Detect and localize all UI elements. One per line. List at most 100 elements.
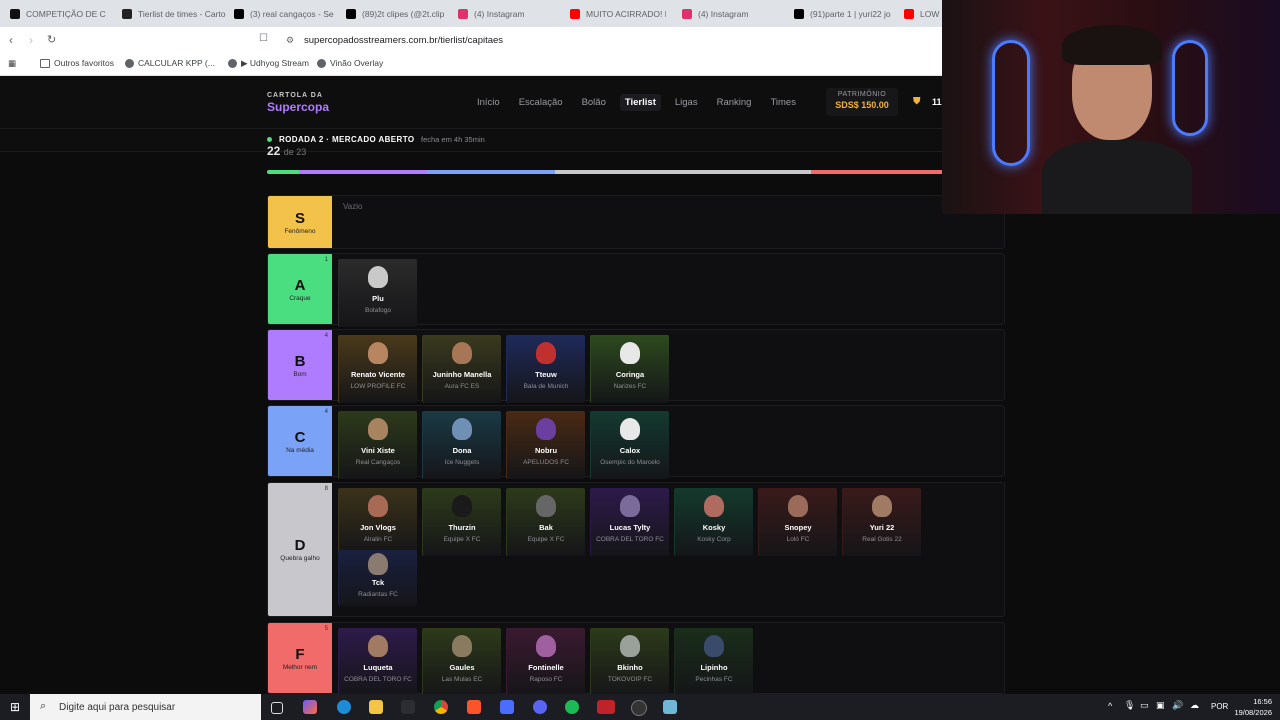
task-view-icon[interactable] [271, 702, 283, 714]
player-card[interactable]: Vini Xiste Real Cangaços [338, 411, 417, 479]
player-avatar [536, 495, 556, 517]
browser-tab[interactable]: (89)2t clipes (@2t.clip [346, 4, 446, 23]
player-card[interactable]: Juninho Manella Aura FC ES [422, 335, 501, 403]
browser-tab[interactable]: (4) Instagram [682, 4, 778, 23]
notepad-icon[interactable] [663, 700, 677, 714]
pin-app-icon[interactable] [401, 700, 415, 714]
player-card[interactable]: Kosky Kosky Corp [674, 488, 753, 556]
logo-top: CARTOLA DA [267, 92, 323, 99]
player-card[interactable]: Dona Ice Nuggets [422, 411, 501, 479]
bookmark-calcular[interactable]: CALCULAR KPP (... [125, 58, 215, 68]
player-avatar [620, 635, 640, 657]
player-name: Juninho Manella [432, 370, 492, 379]
network-icon[interactable]: ▭ [1140, 700, 1149, 711]
language-indicator[interactable]: POR [1211, 702, 1228, 711]
nav-link-ligas[interactable]: Ligas [675, 97, 698, 111]
nav-link-times[interactable]: Times [770, 97, 796, 111]
nav-link-ranking[interactable]: Ranking [717, 97, 752, 111]
player-card[interactable]: Nobru APELUDOS FC [506, 411, 585, 479]
globe-icon [317, 58, 326, 68]
shield-icon[interactable]: ⛊ [913, 96, 921, 107]
spotify-icon[interactable] [565, 700, 579, 714]
player-name: Bak [539, 523, 553, 532]
user-short[interactable]: 11 [932, 97, 942, 107]
player-card[interactable]: Gaules Las Mulas EC [422, 628, 501, 694]
tier-label-s: S Fenômeno [268, 196, 332, 248]
site-info-icon[interactable]: ⚙ [286, 35, 294, 46]
voicemeeter-icon[interactable] [597, 700, 615, 714]
player-card[interactable]: Plu Botafogo [338, 259, 417, 327]
browser-tab[interactable]: (4) Instagram [458, 4, 554, 23]
player-card[interactable]: Calox Osempic do Marcelo [590, 411, 669, 479]
browser-tab[interactable]: (3) real cangaços - Sea [234, 4, 334, 23]
tab-favicon-icon [346, 8, 356, 19]
discord-icon[interactable] [533, 700, 547, 714]
copilot-icon[interactable] [303, 700, 317, 714]
tier-label-a: A Craque 1 [268, 254, 332, 324]
player-card[interactable]: Yuri 22 Real Gotis 22 [842, 488, 921, 556]
player-card[interactable]: Bkinho TOKOVOIP FC [590, 628, 669, 694]
tier-progress-bar [267, 170, 1003, 174]
browser-tab[interactable]: COMPETIÇÃO DE CO [10, 4, 106, 23]
obs-icon[interactable] [631, 700, 647, 716]
edge-icon[interactable] [337, 700, 351, 714]
back-icon[interactable]: ‹ [9, 33, 13, 47]
monitor-icon[interactable]: ▣ [1156, 700, 1165, 711]
forward-icon[interactable]: › [29, 33, 33, 47]
v-app-icon[interactable] [500, 700, 514, 714]
tab-title: (91)parte 1 | yuri22 jo [810, 8, 891, 19]
player-card[interactable]: Lipinho Pecinhas FC [674, 628, 753, 694]
browser-tab[interactable]: MUITO ACIRRADO! FA [570, 4, 666, 23]
player-avatar [452, 418, 472, 440]
globe-icon [125, 58, 134, 68]
taskbar-clock[interactable]: 16:56 19/08/2026 [1234, 696, 1272, 718]
taskbar-search[interactable]: ⌕ Digite aqui para pesquisar [30, 694, 261, 720]
volume-icon[interactable]: 🔊 [1172, 700, 1183, 711]
nav-link-bolao[interactable]: Bolão [582, 97, 606, 111]
tier-row-c: C Na média 4 Vini Xiste Real Cangaços Dona Ice… [267, 405, 1005, 479]
player-team: Radiantas FC [358, 591, 398, 598]
status-dot-icon [267, 137, 272, 142]
player-card[interactable]: Tteuw Bala de Munich [506, 335, 585, 403]
brave-icon[interactable] [467, 700, 481, 714]
chrome-icon[interactable] [434, 700, 448, 714]
apps-icon[interactable]: ▦ [8, 58, 16, 69]
folder-icon [40, 58, 50, 68]
nav-link-inicio[interactable]: Início [477, 97, 500, 111]
player-card[interactable]: Lucas Tylty COBRA DEL TORO FC [590, 488, 669, 556]
bookmark-label: Outros favoritos [54, 58, 114, 68]
microphone-icon[interactable]: 🎙 [1124, 700, 1135, 711]
browser-tab[interactable]: LOW P [904, 4, 944, 23]
bookmark-vinao[interactable]: Vinão Overlay [317, 58, 383, 68]
tray-chevron-icon[interactable]: ^ [1108, 701, 1112, 711]
player-card[interactable]: Bak Equipe X FC [506, 488, 585, 556]
player-card[interactable]: Renato Vicente LOW PROFILE FC [338, 335, 417, 403]
cloud-icon[interactable]: ☁ [1190, 700, 1199, 711]
file-explorer-icon[interactable] [369, 700, 383, 714]
player-card[interactable]: Fontinelle Raposo FC [506, 628, 585, 694]
player-card[interactable]: Coringa Narizes FC [590, 335, 669, 403]
bookmark-outros[interactable]: Outros favoritos [40, 58, 114, 68]
windows-start-icon[interactable]: ⊞ [10, 700, 20, 714]
player-team: Osempic do Marcelo [600, 459, 660, 466]
url-field[interactable]: supercopadosstreamers.com.br/tierlist/ca… [304, 35, 503, 46]
reload-icon[interactable]: ↻ [47, 33, 56, 46]
nav-link-escalacao[interactable]: Escalação [519, 97, 563, 111]
bookmark-icon[interactable]: ☐ [259, 33, 268, 44]
player-card[interactable]: Jon Vlogs Alralin FC [338, 488, 417, 556]
browser-tab[interactable]: (91)parte 1 | yuri22 jo [794, 4, 896, 23]
player-card[interactable]: Tck Radiantas FC [338, 550, 417, 606]
browser-tab[interactable]: Tierlist de times - Carto [122, 4, 226, 23]
player-card[interactable]: Snopey Loló FC [758, 488, 837, 556]
webcam-overlay [942, 0, 1280, 214]
nav-link-tierlist[interactable]: Tierlist [619, 94, 661, 111]
player-card[interactable]: Luqueta COBRA DEL TORO FC [338, 628, 417, 694]
bookmark-udhyog[interactable]: ▶ Udhyog Stream [228, 58, 309, 69]
player-avatar [536, 418, 556, 440]
player-card[interactable]: Thurzin Equipe X FC [422, 488, 501, 556]
progress-seg-b [299, 170, 427, 174]
player-avatar [368, 495, 388, 517]
tab-title: (4) Instagram [698, 8, 749, 19]
tier-count: 4 [324, 333, 328, 339]
logo-main[interactable]: Supercopa [267, 100, 329, 114]
